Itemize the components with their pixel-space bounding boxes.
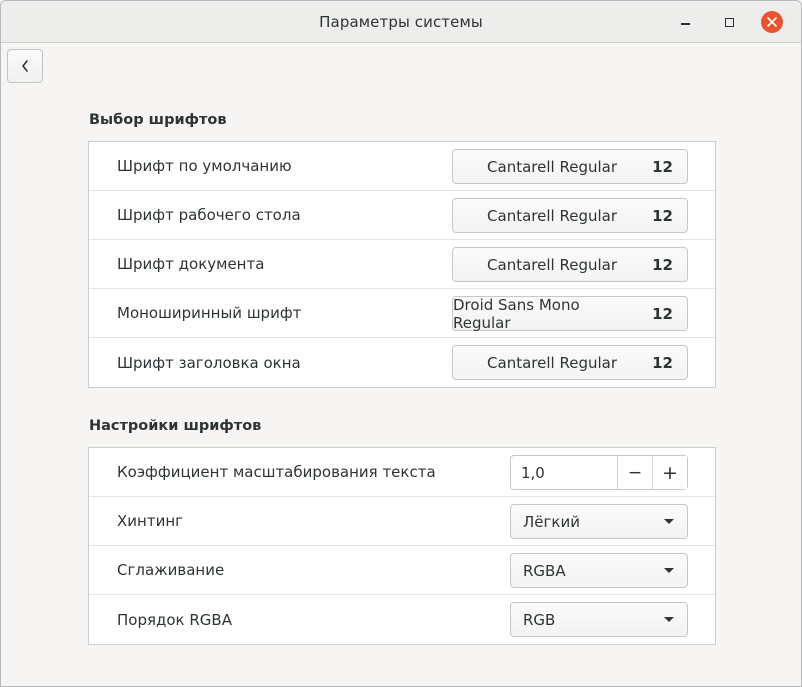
font-row-default: Шрифт по умолчанию Cantarell Regular 12	[89, 142, 715, 191]
row-label: Шрифт по умолчанию	[117, 157, 292, 175]
triangle-down-icon	[664, 568, 674, 573]
rgba-order-dropdown[interactable]: RGB	[510, 602, 688, 637]
document-font-button[interactable]: Cantarell Regular 12	[452, 247, 688, 282]
window-title: Параметры системы	[319, 12, 483, 31]
decrement-button[interactable]: −	[617, 456, 652, 489]
titlebar: Параметры системы	[1, 1, 801, 43]
scale-input[interactable]: 1,0	[511, 456, 617, 489]
hinting-row: Хинтинг Лёгкий	[89, 497, 715, 546]
row-label: Порядок RGBA	[117, 610, 232, 629]
maximize-button[interactable]	[717, 10, 741, 34]
hinting-value: Лёгкий	[523, 512, 580, 531]
settings-group: Коэффициент масштабирования текста 1,0 −…	[88, 447, 716, 645]
increment-button[interactable]: +	[652, 456, 687, 489]
row-label: Шрифт документа	[117, 255, 265, 273]
row-label: Шрифт рабочего стола	[117, 206, 301, 224]
monospace-font-button[interactable]: Droid Sans Mono Regular 12	[452, 295, 688, 332]
fonts-group: Шрифт по умолчанию Cantarell Regular 12 …	[88, 141, 716, 388]
row-label: Коэффициент масштабирования текста	[117, 463, 436, 481]
fonts-section-title: Выбор шрифтов	[89, 112, 227, 128]
settings-section-title: Настройки шрифтов	[89, 418, 262, 434]
close-icon	[767, 17, 777, 27]
row-label: Шрифт заголовка окна	[117, 353, 301, 372]
antialiasing-row: Сглаживание RGBA	[89, 546, 715, 595]
font-row-monospace: Моноширинный шрифт Droid Sans Mono Regul…	[89, 289, 715, 338]
font-name: Cantarell Regular	[487, 255, 617, 274]
back-button[interactable]	[7, 49, 43, 83]
font-size: 12	[652, 353, 673, 372]
scale-spinbutton: 1,0 − +	[510, 455, 688, 490]
plus-icon: +	[662, 461, 678, 484]
font-name: Cantarell Regular	[487, 206, 617, 225]
antialiasing-value: RGBA	[523, 561, 566, 580]
hinting-dropdown[interactable]: Лёгкий	[510, 504, 688, 539]
font-size: 12	[652, 206, 673, 225]
rgba-order-value: RGB	[523, 610, 556, 629]
desktop-font-button[interactable]: Cantarell Regular 12	[452, 198, 688, 233]
font-name: Cantarell Regular	[487, 353, 617, 372]
row-label: Моноширинный шрифт	[117, 304, 302, 322]
font-row-titlebar: Шрифт заголовка окна Cantarell Regular 1…	[89, 338, 715, 387]
rgba-order-row: Порядок RGBA RGB	[89, 595, 715, 644]
titlebar-font-button[interactable]: Cantarell Regular 12	[452, 345, 688, 380]
triangle-down-icon	[664, 519, 674, 524]
font-row-document: Шрифт документа Cantarell Regular 12	[89, 240, 715, 289]
minimize-button[interactable]	[673, 10, 697, 34]
minimize-icon	[680, 23, 690, 25]
window-controls	[653, 10, 783, 34]
font-row-desktop: Шрифт рабочего стола Cantarell Regular 1…	[89, 191, 715, 240]
row-label: Сглаживание	[117, 561, 225, 579]
scale-row: Коэффициент масштабирования текста 1,0 −…	[89, 448, 715, 497]
minus-icon: −	[627, 462, 643, 483]
chevron-left-icon	[22, 60, 28, 72]
row-label: Хинтинг	[117, 512, 184, 530]
maximize-icon	[724, 17, 734, 27]
antialiasing-dropdown[interactable]: RGBA	[510, 553, 688, 588]
font-name: Cantarell Regular	[487, 157, 617, 176]
font-size: 12	[652, 157, 673, 176]
close-button[interactable]	[761, 11, 783, 33]
default-font-button[interactable]: Cantarell Regular 12	[452, 149, 688, 184]
triangle-down-icon	[664, 617, 674, 622]
font-size: 12	[652, 255, 673, 274]
settings-window: Параметры системы Выбор шрифтов Шрифт по…	[0, 0, 802, 687]
font-name: Droid Sans Mono Regular	[453, 295, 580, 332]
font-size: 12	[652, 304, 673, 323]
